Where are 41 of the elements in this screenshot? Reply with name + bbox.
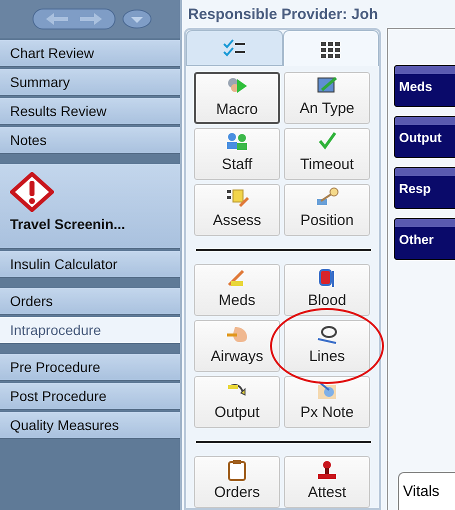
- tool-button[interactable]: Assess: [194, 184, 280, 236]
- sidebar-item[interactable]: Notes: [0, 127, 180, 154]
- tool-button[interactable]: Attest: [284, 456, 370, 508]
- back-forward-icon[interactable]: [32, 8, 116, 30]
- clipboard-icon: [225, 459, 249, 481]
- sidebar-item[interactable]: Orders: [0, 288, 180, 315]
- flowsheet-button[interactable]: Meds: [394, 65, 455, 107]
- staff-icon: [225, 131, 249, 153]
- tool-button[interactable]: Output: [194, 376, 280, 428]
- sidebar-item[interactable]: Post Procedure: [0, 383, 180, 410]
- tab[interactable]: [282, 30, 379, 66]
- sidebar-item[interactable]: Summary: [0, 69, 180, 96]
- tool-button[interactable]: Macro: [194, 72, 280, 124]
- tool-button[interactable]: Px Note: [284, 376, 370, 428]
- dropdown-icon[interactable]: [122, 9, 152, 29]
- tool-button[interactable]: Meds: [194, 264, 280, 316]
- sidebar-item[interactable]: Insulin Calculator: [0, 251, 180, 278]
- sidebar-item-label: Travel Screenin...: [10, 216, 126, 232]
- sidebar-item[interactable]: Chart Review: [0, 40, 180, 67]
- sidebar-item[interactable]: Pre Procedure: [0, 354, 180, 381]
- flowsheet-button[interactable]: Output: [394, 116, 455, 158]
- header-title: Responsible Provider: Joh: [188, 6, 378, 22]
- sidebar-item[interactable]: Quality Measures: [0, 412, 180, 439]
- tool-button[interactable]: Orders: [194, 456, 280, 508]
- tool-button[interactable]: Staff: [194, 128, 280, 180]
- checklist-icon: [222, 37, 246, 59]
- tool-button[interactable]: Lines: [284, 320, 370, 372]
- tool-button[interactable]: Blood: [284, 264, 370, 316]
- vitals-tab[interactable]: Vitals: [398, 472, 455, 510]
- sidebar-item[interactable]: Results Review: [0, 98, 180, 125]
- checklist-pencil-icon: [225, 187, 249, 209]
- tool-button[interactable]: An Type: [284, 72, 370, 124]
- stamp-icon: [315, 459, 339, 481]
- flowsheet-button[interactable]: Other: [394, 218, 455, 260]
- tool-button[interactable]: Timeout: [284, 128, 370, 180]
- tool-button[interactable]: Airways: [194, 320, 280, 372]
- tool-button[interactable]: Position: [284, 184, 370, 236]
- warning-icon: [10, 172, 54, 212]
- sidebar-item[interactable]: Intraprocedure: [0, 317, 180, 344]
- alert-panel[interactable]: Travel Screenin...: [0, 164, 180, 249]
- flowsheet-button[interactable]: Resp: [394, 167, 455, 209]
